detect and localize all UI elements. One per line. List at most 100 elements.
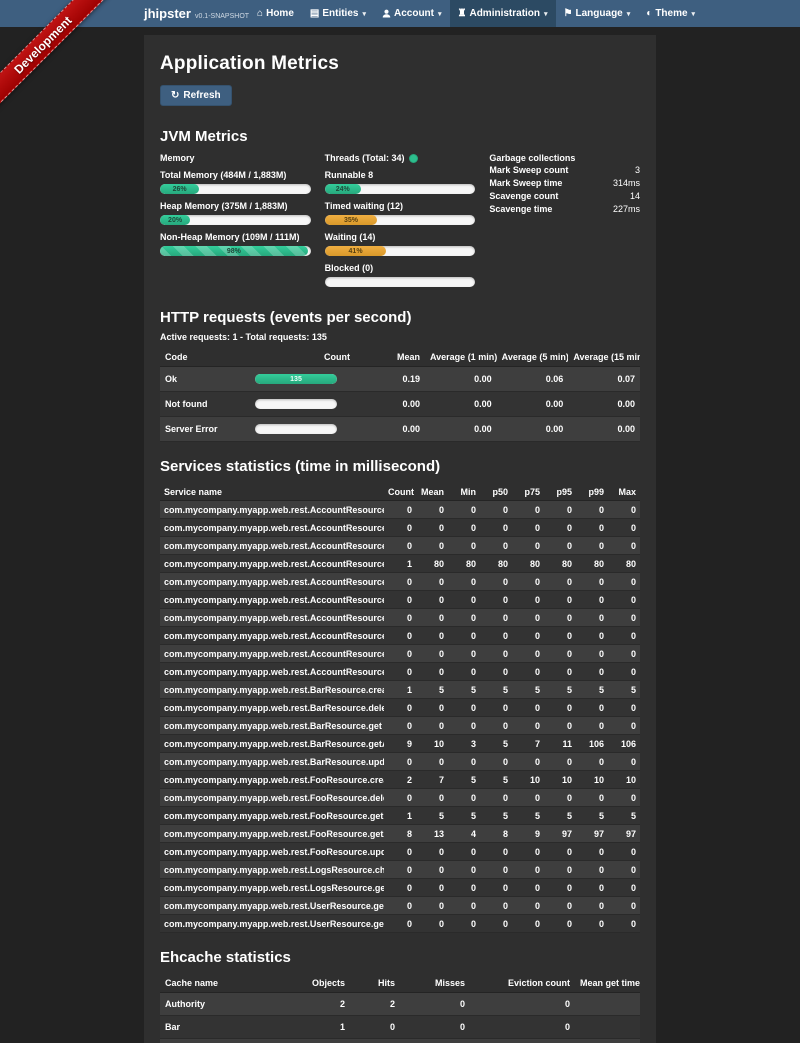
service-name-cell: com.mycompany.myapp.web.rest.AccountReso… <box>160 591 384 609</box>
service-row: com.mycompany.myapp.web.rest.LogsResourc… <box>160 861 640 879</box>
cache-value-cell: 0 <box>470 1039 575 1043</box>
service-value-cell: 0 <box>448 645 480 663</box>
service-value-cell: 5 <box>576 807 608 825</box>
service-value-cell: 0 <box>544 645 576 663</box>
service-value-cell: 0 <box>544 897 576 915</box>
chevron-down-icon: ▾ <box>544 10 548 18</box>
service-row: com.mycompany.myapp.web.rest.FooResource… <box>160 825 640 843</box>
refresh-button-label: Refresh <box>183 90 220 101</box>
service-value-cell: 0 <box>416 861 448 879</box>
threads-blocked-label: Blocked (0) <box>325 263 476 273</box>
memory-column: Memory Total Memory (484M / 1,883M)26%He… <box>160 153 311 293</box>
service-value-cell: 0 <box>576 699 608 717</box>
ehcache-row-bar: Bar1000 <box>160 1016 640 1039</box>
service-value-cell: 0 <box>416 519 448 537</box>
nav-item-theme[interactable]: ◐Theme▾ <box>638 0 703 27</box>
http-code-cell: Server Error <box>160 417 250 442</box>
service-value-cell: 9 <box>384 735 416 753</box>
service-value-cell: 0 <box>448 519 480 537</box>
http-row-not-found: Not found0.000.000.000.00 <box>160 392 640 417</box>
http-requests-title: HTTP requests (events per second) <box>160 309 640 326</box>
service-value-cell: 0 <box>384 537 416 555</box>
memory-heap-memory-progress-fill: 20% <box>160 215 190 225</box>
service-value-cell: 0 <box>384 627 416 645</box>
service-value-cell: 5 <box>480 681 512 699</box>
cache-value-cell: 0 <box>350 1016 400 1039</box>
service-name-cell: com.mycompany.myapp.web.rest.FooResource… <box>160 825 384 843</box>
service-value-cell: 10 <box>608 771 640 789</box>
service-name-cell: com.mycompany.myapp.web.rest.AccountReso… <box>160 555 384 573</box>
service-name-cell: com.mycompany.myapp.web.rest.AccountReso… <box>160 663 384 681</box>
service-row: com.mycompany.myapp.web.rest.AccountReso… <box>160 645 640 663</box>
http-value-cell: 0.00 <box>568 392 640 417</box>
http-requests-table: CodeCountMeanAverage (1 min)Average (5 m… <box>160 348 640 442</box>
thread-dump-icon[interactable] <box>409 154 418 163</box>
service-value-cell: 0 <box>448 663 480 681</box>
service-value-cell: 0 <box>448 537 480 555</box>
service-value-cell: 0 <box>416 609 448 627</box>
service-value-cell: 0 <box>608 537 640 555</box>
http-count-ok-progress-fill: 135 <box>255 374 337 384</box>
service-value-cell: 0 <box>576 753 608 771</box>
service-value-cell: 0 <box>384 861 416 879</box>
service-value-cell: 0 <box>544 501 576 519</box>
services-statistics-table: Service nameCountMeanMinp50p75p95p99Max … <box>160 483 640 933</box>
service-value-cell: 0 <box>416 573 448 591</box>
service-row: com.mycompany.myapp.web.rest.UserResourc… <box>160 915 640 933</box>
service-value-cell: 0 <box>608 663 640 681</box>
service-value-cell: 0 <box>448 753 480 771</box>
service-value-cell: 5 <box>416 807 448 825</box>
http-count-server-error-progress-bar <box>255 424 337 434</box>
service-value-cell: 0 <box>384 789 416 807</box>
cache-value-cell <box>575 1039 640 1043</box>
http-value-cell: 0.06 <box>497 367 569 392</box>
service-value-cell: 106 <box>608 735 640 753</box>
cache-name-cell: Foo <box>160 1039 295 1043</box>
services-statistics-title: Services statistics (time in millisecond… <box>160 458 640 475</box>
service-value-cell: 5 <box>416 681 448 699</box>
refresh-icon: ↻ <box>171 90 179 101</box>
memory-total-memory-progress-bar: 26% <box>160 184 311 194</box>
threads-title: Threads (Total: 34) <box>325 153 476 163</box>
service-value-cell: 0 <box>608 861 640 879</box>
service-value-cell: 80 <box>416 555 448 573</box>
nav-item-entities[interactable]: ▤Entities▾ <box>302 0 374 27</box>
service-value-cell: 0 <box>384 717 416 735</box>
service-value-cell: 1 <box>384 807 416 825</box>
http-value-cell: 0.00 <box>355 392 425 417</box>
service-value-cell: 0 <box>448 699 480 717</box>
service-row: com.mycompany.myapp.web.rest.BarResource… <box>160 699 640 717</box>
service-value-cell: 97 <box>608 825 640 843</box>
service-value-cell: 0 <box>576 645 608 663</box>
service-row: com.mycompany.myapp.web.rest.AccountReso… <box>160 591 640 609</box>
brand-link[interactable]: jhipster v0.1-SNAPSHOT <box>144 6 249 21</box>
service-value-cell: 0 <box>448 897 480 915</box>
http-value-cell: 0.00 <box>355 417 425 442</box>
chevron-down-icon: ▾ <box>692 10 696 18</box>
services-header-p99: p99 <box>576 483 608 501</box>
service-name-cell: com.mycompany.myapp.web.rest.BarResource… <box>160 753 384 771</box>
service-name-cell: com.mycompany.myapp.web.rest.FooResource… <box>160 843 384 861</box>
service-value-cell: 0 <box>576 609 608 627</box>
threads-blocked-progress-bar <box>325 277 476 287</box>
refresh-button[interactable]: ↻ Refresh <box>160 85 232 106</box>
http-count-cell <box>250 392 355 417</box>
cache-value-cell <box>575 1016 640 1039</box>
nav-item-home[interactable]: ⌂Home <box>249 0 302 27</box>
gc-label: Mark Sweep count <box>489 164 568 177</box>
service-value-cell: 0 <box>480 591 512 609</box>
service-value-cell: 0 <box>608 717 640 735</box>
service-value-cell: 7 <box>416 771 448 789</box>
service-value-cell: 0 <box>416 717 448 735</box>
service-value-cell: 0 <box>608 789 640 807</box>
service-value-cell: 0 <box>544 699 576 717</box>
nav-item-account[interactable]: Account▾ <box>374 0 450 27</box>
service-value-cell: 0 <box>448 915 480 933</box>
service-row: com.mycompany.myapp.web.rest.LogsResourc… <box>160 879 640 897</box>
metrics-panel: Application Metrics ↻ Refresh JVM Metric… <box>144 35 656 1043</box>
nav-item-administration[interactable]: ♜Administration▾ <box>450 0 556 27</box>
nav-item-language[interactable]: ⚑Language▾ <box>556 0 639 27</box>
service-value-cell: 0 <box>384 915 416 933</box>
service-value-cell: 0 <box>416 627 448 645</box>
service-value-cell: 8 <box>480 825 512 843</box>
